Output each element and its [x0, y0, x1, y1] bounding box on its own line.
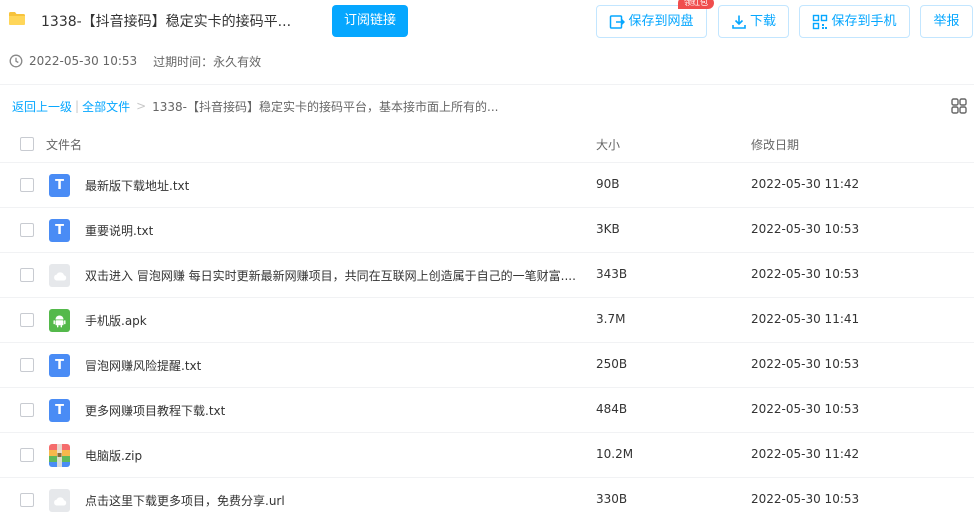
file-name[interactable]: 双击进入 冒泡网赚 每日实时更新最新网赚项目，共同在互联网上创造属于自己的一笔财… — [85, 267, 576, 284]
column-header-size[interactable]: 大小 — [596, 136, 620, 153]
file-date: 2022-05-30 11:42 — [751, 447, 860, 461]
file-name[interactable]: 冒泡网赚风险提醒.txt — [85, 357, 201, 374]
file-date: 2022-05-30 10:53 — [751, 357, 860, 371]
link-file-icon — [49, 264, 70, 287]
row-checkbox[interactable] — [20, 313, 34, 327]
apk-file-icon — [49, 309, 70, 332]
txt-file-icon: T — [49, 354, 70, 377]
file-size: 10.2M — [596, 447, 634, 461]
file-row[interactable]: T 更多网赚项目教程下载.txt 484B 2022-05-30 10:53 — [0, 387, 974, 432]
breadcrumb: 返回上一级 | 全部文件 > 1338-【抖音接码】稳定实卡的接码平台，基本接市… — [12, 98, 498, 114]
file-table-header: 文件名 大小 修改日期 — [0, 126, 974, 162]
grid-view-icon[interactable] — [951, 98, 967, 114]
save-to-cloud-label: 保存到网盘 — [628, 14, 694, 29]
file-row[interactable]: 电脑版.zip 10.2M 2022-05-30 11:42 — [0, 432, 974, 477]
download-icon — [732, 15, 746, 29]
file-row[interactable]: T 最新版下载地址.txt 90B 2022-05-30 11:42 — [0, 162, 974, 207]
file-size: 484B — [596, 402, 628, 416]
breadcrumb-current: 1338-【抖音接码】稳定实卡的接码平台，基本接市面上所有的... — [152, 99, 499, 114]
qr-code-icon — [813, 14, 828, 29]
save-to-phone-button[interactable]: 保存到手机 — [799, 5, 910, 38]
file-name[interactable]: 更多网赚项目教程下载.txt — [85, 402, 225, 419]
save-to-cloud-button[interactable]: 保存到网盘 — [596, 5, 707, 38]
file-date: 2022-05-30 10:53 — [751, 402, 860, 416]
file-size: 330B — [596, 492, 628, 506]
breadcrumb-arrow-icon: > — [136, 99, 147, 113]
save-to-cloud-icon — [610, 14, 626, 29]
file-name[interactable]: 电脑版.zip — [85, 447, 142, 464]
row-checkbox[interactable] — [20, 178, 34, 192]
column-header-date[interactable]: 修改日期 — [751, 136, 799, 153]
file-date: 2022-05-30 10:53 — [751, 222, 860, 236]
file-size: 250B — [596, 357, 628, 371]
file-date: 2022-05-30 10:53 — [751, 267, 860, 281]
txt-file-icon: T — [49, 219, 70, 242]
save-to-phone-label: 保存到手机 — [831, 14, 897, 29]
file-date: 2022-05-30 10:53 — [751, 492, 860, 506]
txt-file-icon: T — [49, 399, 70, 422]
share-meta: 2022-05-30 10:53 过期时间：永久有效 — [9, 53, 261, 69]
file-size: 3.7M — [596, 312, 626, 326]
file-row[interactable]: T 冒泡网赚风险提醒.txt 250B 2022-05-30 10:53 — [0, 342, 974, 387]
zip-file-icon — [49, 444, 70, 467]
subscribe-button[interactable]: 订阅链接 — [332, 5, 408, 37]
breadcrumb-separator: | — [75, 99, 80, 113]
row-checkbox[interactable] — [20, 358, 34, 372]
row-checkbox[interactable] — [20, 403, 34, 417]
file-name[interactable]: 点击这里下载更多项目，免费分享.url — [85, 492, 285, 509]
clock-icon — [9, 54, 23, 68]
row-checkbox[interactable] — [20, 268, 34, 282]
file-name[interactable]: 最新版下载地址.txt — [85, 177, 189, 194]
file-row[interactable]: 点击这里下载更多项目，免费分享.url 330B 2022-05-30 10:5… — [0, 477, 974, 520]
file-name[interactable]: 手机版.apk — [85, 312, 147, 329]
file-date: 2022-05-30 11:41 — [751, 312, 860, 326]
column-header-name[interactable]: 文件名 — [46, 136, 82, 153]
file-row[interactable]: 双击进入 冒泡网赚 每日实时更新最新网赚项目，共同在互联网上创造属于自己的一笔财… — [0, 252, 974, 297]
folder-icon — [9, 12, 25, 25]
divider — [0, 84, 974, 85]
share-title: 1338-【抖音接码】稳定实卡的接码平... — [41, 14, 292, 30]
file-date: 2022-05-30 11:42 — [751, 177, 860, 191]
report-button[interactable]: 举报 — [920, 5, 973, 38]
file-name[interactable]: 重要说明.txt — [85, 222, 153, 239]
expire-time: 过期时间：永久有效 — [153, 54, 262, 69]
file-row[interactable]: T 重要说明.txt 3KB 2022-05-30 10:53 — [0, 207, 974, 252]
select-all-checkbox[interactable] — [20, 137, 34, 151]
breadcrumb-all-files-link[interactable]: 全部文件 — [82, 98, 130, 115]
file-row[interactable]: 手机版.apk 3.7M 2022-05-30 11:41 — [0, 297, 974, 342]
file-size: 90B — [596, 177, 620, 191]
row-checkbox[interactable] — [20, 493, 34, 507]
row-checkbox[interactable] — [20, 448, 34, 462]
header-bar: 1338-【抖音接码】稳定实卡的接码平... 订阅链接 保存到网盘 领红包 下载… — [0, 0, 974, 44]
file-size: 343B — [596, 267, 628, 281]
row-checkbox[interactable] — [20, 223, 34, 237]
file-size: 3KB — [596, 222, 620, 236]
breadcrumb-back-link[interactable]: 返回上一级 — [12, 98, 72, 115]
download-label: 下载 — [749, 14, 776, 29]
txt-file-icon: T — [49, 174, 70, 197]
red-packet-badge[interactable]: 领红包 — [678, 0, 714, 9]
created-time: 2022-05-30 10:53 — [29, 54, 138, 68]
link-file-icon — [49, 489, 70, 512]
download-button[interactable]: 下载 — [718, 5, 789, 38]
